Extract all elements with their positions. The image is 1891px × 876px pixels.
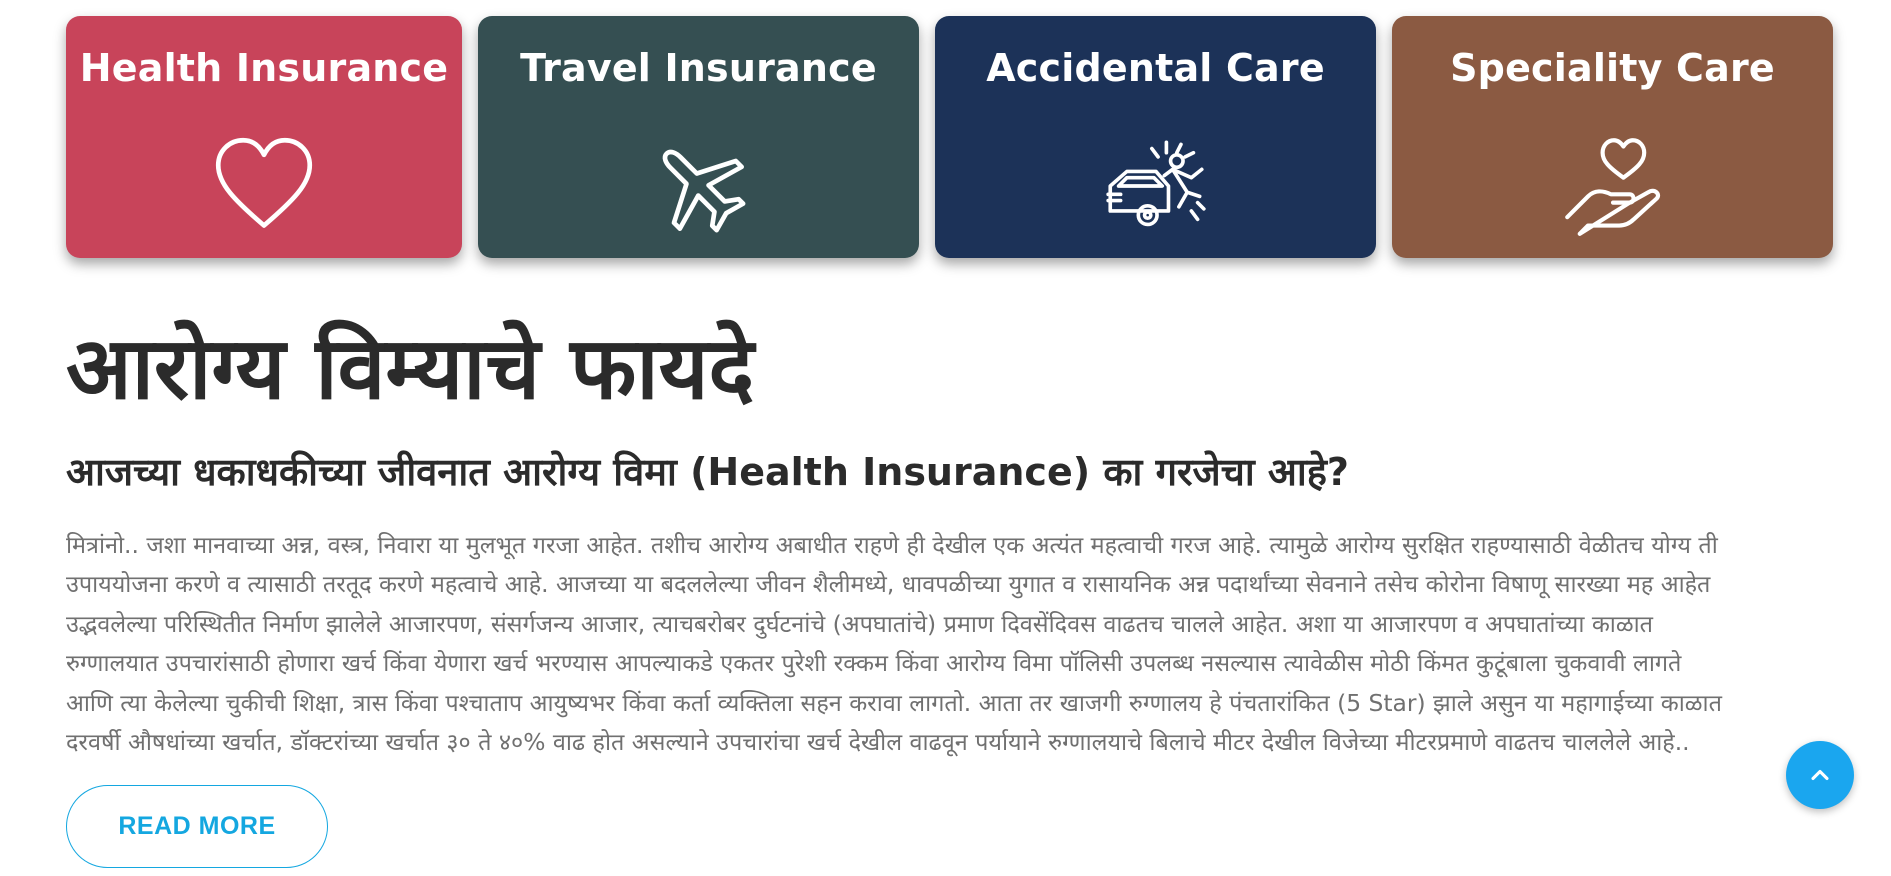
airplane-icon — [647, 134, 751, 238]
card-title: Accidental Care — [986, 46, 1325, 90]
hand-heart-icon — [1561, 134, 1665, 238]
heart-icon — [212, 134, 316, 238]
scroll-to-top-button[interactable] — [1786, 741, 1854, 809]
article-line: उद्भवलेल्या परिस्थितीत निर्माण झालेले आज… — [66, 609, 1654, 638]
card-accidental-care[interactable]: Accidental Care — [935, 16, 1376, 258]
article-line: उपाययोजना करणे व त्यासाठी तरतूद करणे महत… — [66, 570, 1711, 599]
page-heading: आरोग्य विम्याचे फायदे — [66, 319, 755, 419]
card-travel-insurance[interactable]: Travel Insurance — [478, 16, 919, 258]
article-line: मित्रांनो.. जशा मानवाच्या अन्न, वस्त्र, … — [66, 531, 1718, 559]
insurance-cards: Health Insurance Travel Insurance Accide… — [66, 16, 1833, 258]
article-line: रुग्णालयात उपचारांसाठी होणारा खर्च किंवा… — [66, 649, 1682, 678]
article-body: मित्रांनो.. जशा मानवाच्या अन्न, वस्त्र, … — [66, 526, 1836, 762]
car-accident-icon — [1104, 134, 1208, 238]
card-title: Speciality Care — [1450, 46, 1775, 90]
article-subheading: आजच्या धकाधकीच्या जीवनात आरोग्य विमा (He… — [66, 450, 1349, 494]
card-title: Travel Insurance — [520, 46, 877, 90]
article-line: दरवर्षी औषधांच्या खर्चात, डॉक्टरांच्या ख… — [66, 728, 1690, 757]
card-title: Health Insurance — [79, 46, 449, 90]
article-line: आणि त्या केलेल्या चुकीची शिक्षा, त्रास क… — [66, 688, 1722, 717]
card-speciality-care[interactable]: Speciality Care — [1392, 16, 1833, 258]
chevron-up-icon — [1811, 769, 1829, 781]
read-more-button[interactable]: READ MORE — [66, 785, 328, 868]
card-health-insurance[interactable]: Health Insurance — [66, 16, 462, 258]
